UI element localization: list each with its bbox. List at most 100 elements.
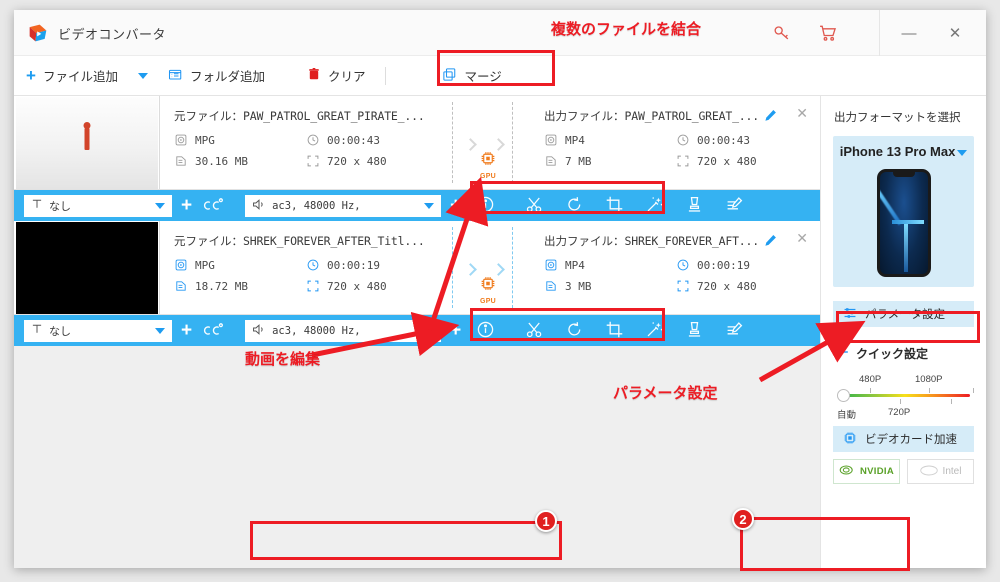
phone-preview-image — [876, 169, 931, 277]
add-file-dropdown-button[interactable] — [130, 56, 156, 96]
subtitle-edit-icon[interactable] — [725, 320, 746, 341]
output-format: MP4 — [544, 258, 676, 272]
source-resolution: 720 x 480 — [306, 279, 436, 293]
nvidia-icon — [839, 464, 855, 479]
watermark-icon[interactable] — [685, 195, 706, 216]
app-logo-icon — [28, 23, 48, 43]
minimize-button[interactable]: — — [888, 16, 930, 50]
conversion-arrow-cell: GPU — [446, 221, 530, 314]
output-info: 出力ファイル：SHREK_FOREVER_AFT... MP4 00:00:19… — [530, 221, 820, 314]
source-size: 30.16 MB — [174, 154, 306, 168]
add-folder-button[interactable]: フォルダ追加 — [156, 56, 277, 96]
thumbnail-cell — [14, 221, 160, 314]
cut-icon[interactable] — [525, 320, 546, 341]
format-preview-card[interactable]: iPhone 13 Pro Max — [833, 136, 974, 287]
key-icon[interactable] — [772, 23, 792, 43]
merge-label: マージ — [464, 70, 502, 84]
source-format: MPG — [174, 258, 306, 272]
speaker-icon — [252, 323, 266, 339]
quality-slider[interactable]: 480P 1080P 自動 720P — [837, 374, 974, 421]
edit-annotation-text: 動画を編集 — [245, 351, 321, 368]
file-card[interactable]: 元ファイル：SHREK_FOREVER_AFTER_Titl... MPG 00… — [14, 221, 820, 315]
quick-settings-label: クイック設定 — [856, 347, 929, 361]
conversion-arrow-cell: GPU — [446, 96, 530, 189]
audio-track-select[interactable]: ac3, 48000 Hz, — [245, 319, 442, 342]
cart-icon[interactable] — [818, 23, 838, 43]
parameter-settings-button[interactable]: パラメータ設定 — [833, 301, 974, 327]
slider-tick — [929, 388, 930, 393]
effect-icon[interactable] — [645, 195, 666, 216]
subtitle-select[interactable]: なし — [24, 319, 172, 342]
trash-icon — [307, 67, 321, 84]
nvidia-chip[interactable]: NVIDIA — [833, 459, 900, 484]
rename-output-icon[interactable] — [763, 233, 778, 248]
file-size-icon — [174, 154, 188, 168]
info-icon[interactable] — [476, 320, 497, 341]
info-icon[interactable] — [476, 195, 497, 216]
add-audio-button[interactable]: + — [447, 196, 464, 215]
remove-file-icon[interactable]: ✕ — [796, 230, 808, 247]
video-thumbnail — [15, 96, 158, 189]
output-resolution: 720 x 480 — [676, 154, 810, 168]
slider-tick — [973, 388, 974, 393]
gpu-label: GPU — [479, 173, 497, 180]
chevron-right-icon — [464, 263, 477, 276]
toolbar-divider — [385, 66, 387, 85]
closed-caption-icon[interactable] — [201, 320, 224, 341]
audio-track-select[interactable]: ac3, 48000 Hz, — [245, 194, 442, 217]
window-controls: — ✕ — [879, 10, 976, 56]
divider-right — [512, 102, 513, 183]
watermark-icon[interactable] — [685, 320, 706, 341]
slider-label-1080p: 1080P — [915, 374, 943, 385]
add-audio-button[interactable]: + — [447, 321, 464, 340]
file-list: 元ファイル：PAW_PATROL_GREAT_PIRATE_... MPG 00… — [14, 96, 820, 568]
subtitle-icon — [31, 198, 43, 213]
clock-icon — [676, 133, 690, 147]
slider-tick — [900, 399, 901, 404]
video-card-accel-button[interactable]: ビデオカード加速 — [833, 426, 974, 452]
crop-icon[interactable] — [605, 320, 626, 341]
file-card[interactable]: 元ファイル：PAW_PATROL_GREAT_PIRATE_... MPG 00… — [14, 96, 820, 190]
subtitle-select[interactable]: なし — [24, 194, 172, 217]
divider-left — [452, 102, 453, 183]
rotate-icon[interactable] — [565, 320, 586, 341]
merge-annotation-text: 複数のファイルを結合 — [551, 21, 702, 38]
output-format-panel: 出力フォーマットを選択 iPhone 13 Pro Max パラメータ設定 クイ… — [820, 96, 986, 568]
clear-button[interactable]: クリア — [295, 56, 378, 96]
wallpaper-ray — [891, 220, 924, 224]
slider-track[interactable] — [845, 394, 970, 397]
rotate-icon[interactable] — [565, 195, 586, 216]
gpu-indicator: GPU — [480, 275, 497, 305]
file-size-icon — [544, 279, 558, 293]
chevron-right-icon — [492, 138, 505, 151]
main-body: 元ファイル：PAW_PATROL_GREAT_PIRATE_... MPG 00… — [14, 96, 986, 568]
add-file-button[interactable]: + ファイル追加 — [14, 56, 130, 96]
output-format: MP4 — [544, 133, 676, 147]
remove-file-icon[interactable]: ✕ — [796, 105, 808, 122]
add-subtitle-button[interactable]: + — [178, 321, 195, 340]
format-name-row[interactable]: iPhone 13 Pro Max — [840, 144, 968, 159]
crop-icon[interactable] — [605, 195, 626, 216]
parameter-settings-label: パラメータ設定 — [865, 309, 946, 321]
source-size: 18.72 MB — [174, 279, 306, 293]
subtitle-edit-icon[interactable] — [725, 195, 746, 216]
add-subtitle-button[interactable]: + — [178, 196, 195, 215]
chevron-down-icon — [137, 72, 148, 79]
speaker-icon — [252, 198, 266, 214]
step-badge-2: 2 — [732, 508, 754, 530]
merge-button[interactable]: マージ — [430, 56, 513, 96]
folder-add-icon — [168, 67, 183, 85]
file-action-bar: なし + ac3, 48000 Hz, + — [14, 190, 820, 221]
param-annotation-text: パラメータ設定 — [613, 385, 718, 402]
output-duration: 00:00:43 — [676, 133, 810, 147]
rename-output-icon[interactable] — [763, 108, 778, 123]
nvidia-label: NVIDIA — [860, 466, 894, 477]
slider-knob[interactable] — [837, 389, 850, 402]
close-button[interactable]: ✕ — [934, 16, 976, 50]
effect-icon[interactable] — [645, 320, 666, 341]
intel-chip[interactable]: Intel — [907, 459, 974, 484]
phone-notch — [892, 172, 915, 177]
closed-caption-icon[interactable] — [201, 195, 224, 216]
cut-icon[interactable] — [525, 195, 546, 216]
file-action-bar: なし + ac3, 48000 Hz, + — [14, 315, 820, 346]
